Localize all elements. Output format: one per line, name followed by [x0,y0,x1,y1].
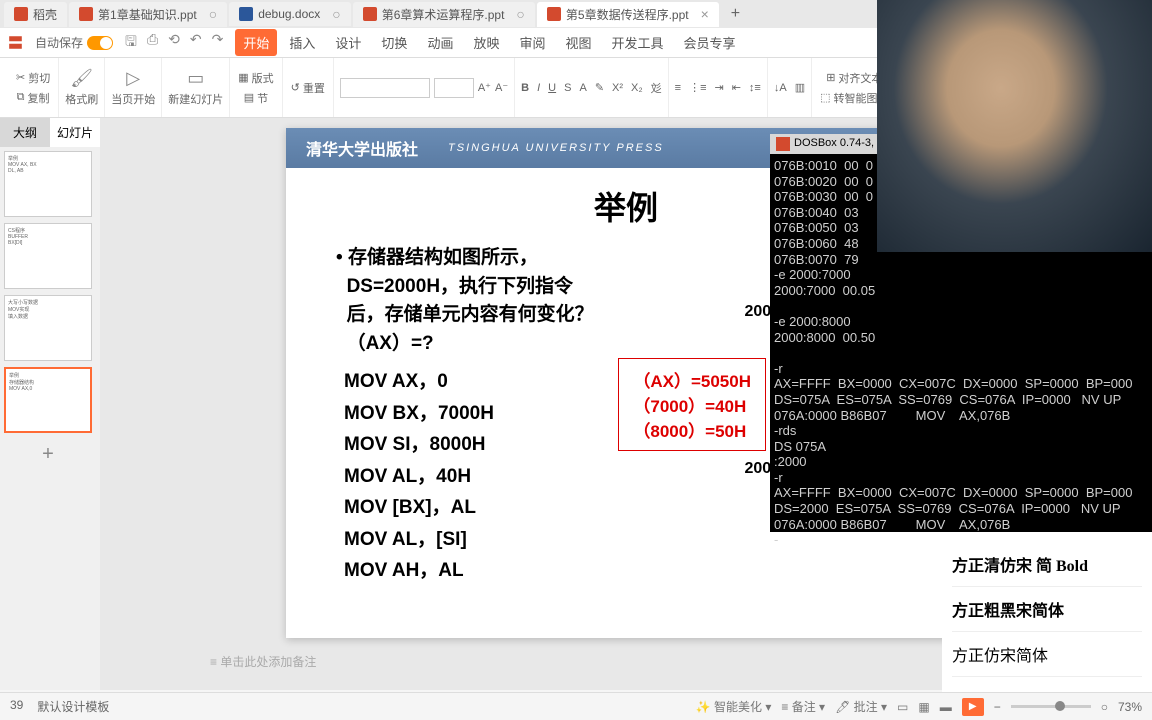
font-option[interactable]: 方正粗黑宋简体 [952,587,1142,632]
menu-dev[interactable]: 开发工具 [604,29,672,56]
slideshow-button[interactable]: ▶ [962,698,984,716]
layout-button[interactable]: ▦ 版式 [236,68,275,88]
underline-icon[interactable]: U [548,82,556,94]
menu-animation[interactable]: 动画 [419,29,461,56]
zoom-in-icon[interactable]: ○ [1101,700,1108,714]
slide-thumb[interactable]: 大写小写数据MOV实现填入数据 [4,295,92,361]
tab-debug[interactable]: debug.docx○ [229,2,351,26]
close-icon[interactable]: × [701,6,709,22]
format-painter-button[interactable]: 🖌格式刷 [65,68,98,107]
slide-thumb[interactable]: 举例MOV AX, BXDL, AB [4,151,92,217]
menu-design[interactable]: 设计 [327,29,369,56]
wps-logo: 〓 [8,32,23,53]
view-reading-icon[interactable]: ▬ [940,700,952,714]
dosbox-icon [776,137,790,151]
from-here-button[interactable]: ▷当页开始 [111,68,155,107]
subscript-icon[interactable]: X₂ [631,82,643,94]
cut-button[interactable]: ✂ 剪切 [14,68,52,88]
section-button[interactable]: ▤ 节 [242,88,270,108]
copy-button[interactable]: ⧉ 复制 [15,88,52,108]
close-icon[interactable]: ○ [209,6,217,22]
new-slide-button[interactable]: ▭新建幻灯片 [168,68,223,107]
zoom-out-icon[interactable]: − [994,700,1001,714]
zoom-slider[interactable] [1011,705,1091,708]
indent-icon[interactable]: ⇥ [714,81,723,94]
menu-review[interactable]: 审阅 [511,29,553,56]
publisher-cn: 清华大学出版社 [306,136,418,160]
ppt-icon [363,7,377,21]
template-name: 默认设计模板 [37,698,109,715]
menu-vip[interactable]: 会员专享 [676,29,744,56]
comments-button[interactable]: 🖊 批注 ▾ [835,698,887,715]
menu-transition[interactable]: 切换 [373,29,415,56]
font-color-icon[interactable]: A [579,82,586,94]
webcam-overlay [877,0,1152,252]
slide-panel: 大纲 幻灯片 举例MOV AX, BXDL, AB CS程序BUFFERBX[D… [0,118,100,690]
slide-thumb[interactable]: 举例存储器结构MOV AX,0 [4,367,92,433]
close-icon[interactable]: ○ [516,6,524,22]
autosave-toggle[interactable]: 自动保存 [35,34,113,51]
bullets-icon[interactable]: ≡ [675,82,681,94]
columns-icon[interactable]: ▥ [795,81,805,94]
align-text-button[interactable]: ⊞ 对齐文本 [824,68,884,88]
menu-insert[interactable]: 插入 [281,29,323,56]
slide-number: 39 [10,698,23,715]
tab-ch6[interactable]: 第6章算术运算程序.ppt○ [353,2,535,27]
menu-view[interactable]: 视图 [557,29,599,56]
beautify-button[interactable]: ✨ 智能美化 ▾ [696,698,772,715]
view-sorter-icon[interactable]: ▦ [918,700,929,714]
tab-ch5[interactable]: 第5章数据传送程序.ppt× [537,2,719,27]
notes-button[interactable]: ≡ 备注 ▾ [781,698,825,715]
font-panel[interactable]: 方正清仿宋 简 Bold 方正粗黑宋简体 方正仿宋简体 [942,532,1152,692]
docx-icon [239,7,253,21]
outdent-icon[interactable]: ⇤ [732,81,741,94]
bold-icon[interactable]: B [521,82,529,94]
undo-icon[interactable]: ↶ [190,31,202,55]
app-icon [14,7,28,21]
font-option[interactable]: 方正仿宋简体 [952,632,1142,677]
font-size-select[interactable] [434,78,474,98]
decrease-font-icon[interactable]: A⁻ [495,81,508,94]
new-tab-button[interactable]: + [721,1,750,27]
line-spacing-icon[interactable]: ↕≡ [749,82,761,94]
slides-tab[interactable]: 幻灯片 [50,118,100,147]
tab-daoké[interactable]: 稻壳 [4,2,67,27]
redo-icon[interactable]: ↷ [212,31,224,55]
save-icon[interactable]: 🖫 [125,31,137,55]
text-dir-icon[interactable]: ↓A [774,82,787,94]
ppt-icon [79,7,93,21]
notes-area[interactable]: ≡ 单击此处添加备注 [210,653,316,670]
publisher-en: TSINGHUA UNIVERSITY PRESS [448,142,664,154]
zoom-level[interactable]: 73% [1118,700,1142,714]
view-normal-icon[interactable]: ▭ [897,700,908,714]
reset-button[interactable]: ↺ 重置 [289,78,327,98]
menu-start[interactable]: 开始 [235,29,277,56]
increase-font-icon[interactable]: A⁺ [478,81,491,94]
status-bar: 39 默认设计模板 ✨ 智能美化 ▾ ≡ 备注 ▾ 🖊 批注 ▾ ▭ ▦ ▬ ▶… [0,692,1152,720]
highlight-icon[interactable]: ✎ [595,81,604,94]
ppt-icon [547,7,561,21]
print-icon[interactable]: ⎙ [147,31,158,55]
preview-icon[interactable]: ⟲ [168,31,180,55]
italic-icon[interactable]: I [537,82,540,94]
answer-box: （AX）=5050H（7000）=40H（8000）=50H [618,358,766,451]
slide-thumb[interactable]: CS程序BUFFERBX[DI] [4,223,92,289]
add-slide-button[interactable]: + [4,439,92,469]
font-family-select[interactable] [340,78,430,98]
phonetic-icon[interactable]: 彣 [651,80,662,96]
tab-ch1[interactable]: 第1章基础知识.ppt○ [69,2,227,27]
outline-tab[interactable]: 大纲 [0,118,50,147]
superscript-icon[interactable]: X² [612,82,623,94]
toggle-icon[interactable] [87,36,113,50]
strike-icon[interactable]: S [564,82,571,94]
menu-slideshow[interactable]: 放映 [465,29,507,56]
close-icon[interactable]: ○ [332,6,340,22]
numbering-icon[interactable]: ⋮≡ [689,81,706,94]
